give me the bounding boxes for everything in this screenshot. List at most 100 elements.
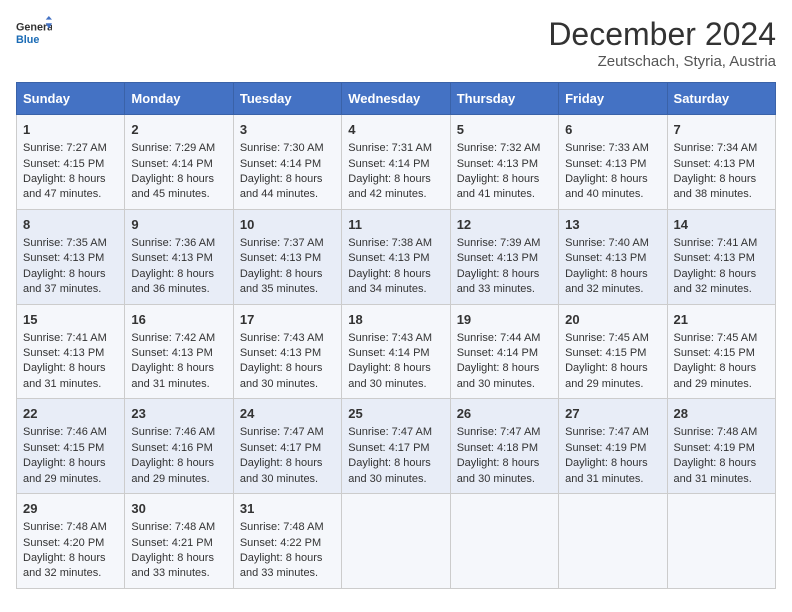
daylight-text: Daylight: 8 hours and 40 minutes. — [565, 173, 648, 200]
day-number: 16 — [131, 311, 226, 329]
sunset-text: Sunset: 4:15 PM — [674, 347, 755, 359]
daylight-text: Daylight: 8 hours and 29 minutes. — [565, 362, 648, 389]
sunrise-text: Sunrise: 7:48 AM — [131, 521, 215, 533]
sunrise-text: Sunrise: 7:41 AM — [23, 332, 107, 344]
day-cell: 11Sunrise: 7:38 AMSunset: 4:13 PMDayligh… — [342, 209, 450, 304]
daylight-text: Daylight: 8 hours and 31 minutes. — [674, 457, 757, 484]
day-cell: 4Sunrise: 7:31 AMSunset: 4:14 PMDaylight… — [342, 115, 450, 210]
sunrise-text: Sunrise: 7:47 AM — [240, 426, 324, 438]
sunset-text: Sunset: 4:20 PM — [23, 537, 104, 549]
sunrise-text: Sunrise: 7:29 AM — [131, 142, 215, 154]
day-cell: 29Sunrise: 7:48 AMSunset: 4:20 PMDayligh… — [17, 494, 125, 589]
sunset-text: Sunset: 4:13 PM — [457, 158, 538, 170]
daylight-text: Daylight: 8 hours and 29 minutes. — [674, 362, 757, 389]
sunrise-text: Sunrise: 7:32 AM — [457, 142, 541, 154]
sunset-text: Sunset: 4:13 PM — [565, 158, 646, 170]
sunrise-text: Sunrise: 7:43 AM — [240, 332, 324, 344]
day-number: 10 — [240, 216, 335, 234]
sunrise-text: Sunrise: 7:31 AM — [348, 142, 432, 154]
col-header-friday: Friday — [559, 83, 667, 115]
day-cell: 16Sunrise: 7:42 AMSunset: 4:13 PMDayligh… — [125, 304, 233, 399]
logo-icon: General Blue — [16, 16, 52, 52]
day-cell — [559, 494, 667, 589]
location-subtitle: Zeutschach, Styria, Austria — [548, 53, 776, 70]
day-cell: 22Sunrise: 7:46 AMSunset: 4:15 PMDayligh… — [17, 399, 125, 494]
day-cell: 25 Sunrise: 7:47 AM Sunset: 4:17 PM Dayligh… — [342, 399, 450, 494]
sunrise-text: Sunrise: 7:47 AM — [457, 426, 541, 438]
day-number: 14 — [674, 216, 769, 234]
day-cell: 3Sunrise: 7:30 AMSunset: 4:14 PMDaylight… — [233, 115, 341, 210]
daylight-text: Daylight: 8 hours and 37 minutes. — [23, 268, 106, 295]
sunset-text: Sunset: 4:13 PM — [23, 252, 104, 264]
week-row-2: 8Sunrise: 7:35 AMSunset: 4:13 PMDaylight… — [17, 209, 776, 304]
daylight-text: Daylight: 8 hours and 41 minutes. — [457, 173, 540, 200]
day-number: 18 — [348, 311, 443, 329]
sunset-text: Sunset: 4:15 PM — [23, 442, 104, 454]
sunrise-text: Sunrise: 7:27 AM — [23, 142, 107, 154]
sunset-text: Sunset: 4:13 PM — [240, 252, 321, 264]
sunset-text: Sunset: 4:13 PM — [348, 252, 429, 264]
day-cell: 9Sunrise: 7:36 AMSunset: 4:13 PMDaylight… — [125, 209, 233, 304]
day-number: 21 — [674, 311, 769, 329]
daylight-text: Daylight: 8 hours and 29 minutes. — [131, 457, 214, 484]
day-cell: 18Sunrise: 7:43 AMSunset: 4:14 PMDayligh… — [342, 304, 450, 399]
sunrise-text: Sunrise: 7:48 AM — [240, 521, 324, 533]
day-cell: 24Sunrise: 7:47 AMSunset: 4:17 PMDayligh… — [233, 399, 341, 494]
daylight-text: Daylight: 8 hours and 34 minutes. — [348, 268, 431, 295]
sunset-text: Sunset: 4:14 PM — [240, 158, 321, 170]
day-number: 13 — [565, 216, 660, 234]
day-number: 19 — [457, 311, 552, 329]
title-block: December 2024 Zeutschach, Styria, Austri… — [548, 16, 776, 70]
day-cell — [667, 494, 775, 589]
sunrise-text: Sunrise: 7:48 AM — [23, 521, 107, 533]
day-number: 29 — [23, 500, 118, 518]
sunset-text: Sunset: 4:13 PM — [23, 347, 104, 359]
sunset-text: Sunset: 4:13 PM — [240, 347, 321, 359]
day-cell: 6Sunrise: 7:33 AMSunset: 4:13 PMDaylight… — [559, 115, 667, 210]
page-header: General Blue December 2024 Zeutschach, S… — [16, 16, 776, 70]
week-row-5: 29 Sunrise: 7:48 AM Sunset: 4:20 PM Dayligh… — [17, 494, 776, 589]
sunrise-text: Sunrise: 7:41 AM — [674, 237, 758, 249]
col-header-tuesday: Tuesday — [233, 83, 341, 115]
sunset-text: Sunset: 4:15 PM — [23, 158, 104, 170]
day-number: 1 — [23, 121, 118, 139]
sunset-text: Sunset: 4:18 PM — [457, 442, 538, 454]
daylight-text: Daylight: 8 hours and 30 minutes. — [348, 457, 431, 484]
col-header-wednesday: Wednesday — [342, 83, 450, 115]
sunrise-text: Sunrise: 7:35 AM — [23, 237, 107, 249]
sunrise-text: Sunrise: 7:38 AM — [348, 237, 432, 249]
day-number: 25 — [348, 405, 443, 423]
sunrise-text: Sunrise: 7:39 AM — [457, 237, 541, 249]
day-cell: 30Sunrise: 7:48 AMSunset: 4:21 PMDayligh… — [125, 494, 233, 589]
day-cell: 19Sunrise: 7:44 AMSunset: 4:14 PMDayligh… — [450, 304, 558, 399]
daylight-text: Daylight: 8 hours and 32 minutes. — [565, 268, 648, 295]
sunrise-text: Sunrise: 7:34 AM — [674, 142, 758, 154]
day-cell: 27Sunrise: 7:47 AMSunset: 4:19 PMDayligh… — [559, 399, 667, 494]
sunset-text: Sunset: 4:17 PM — [348, 442, 429, 454]
day-number: 5 — [457, 121, 552, 139]
daylight-text: Daylight: 8 hours and 30 minutes. — [240, 362, 323, 389]
sunset-text: Sunset: 4:13 PM — [131, 252, 212, 264]
day-cell: 12Sunrise: 7:39 AMSunset: 4:13 PMDayligh… — [450, 209, 558, 304]
daylight-text: Daylight: 8 hours and 45 minutes. — [131, 173, 214, 200]
daylight-text: Daylight: 8 hours and 31 minutes. — [23, 362, 106, 389]
daylight-text: Daylight: 8 hours and 30 minutes. — [457, 362, 540, 389]
day-cell: 17 Sunrise: 7:43 AM Sunset: 4:13 PM Dayligh… — [233, 304, 341, 399]
day-number: 17 — [240, 311, 335, 329]
day-cell: 1Sunrise: 7:27 AMSunset: 4:15 PMDaylight… — [17, 115, 125, 210]
daylight-text: Daylight: 8 hours and 31 minutes. — [131, 362, 214, 389]
day-cell: 5 Sunrise: 7:32 AM Sunset: 4:13 PM Daylight… — [450, 115, 558, 210]
header-row: SundayMondayTuesdayWednesdayThursdayFrid… — [17, 83, 776, 115]
sunrise-text: Sunrise: 7:44 AM — [457, 332, 541, 344]
day-cell: 23Sunrise: 7:46 AMSunset: 4:16 PMDayligh… — [125, 399, 233, 494]
daylight-text: Daylight: 8 hours and 36 minutes. — [131, 268, 214, 295]
day-number: 15 — [23, 311, 118, 329]
sunrise-text: Sunrise: 7:47 AM — [348, 426, 432, 438]
week-row-3: 15 Sunrise: 7:41 AM Sunset: 4:13 PM Dayligh… — [17, 304, 776, 399]
sunrise-text: Sunrise: 7:45 AM — [565, 332, 649, 344]
svg-text:Blue: Blue — [16, 34, 39, 46]
daylight-text: Daylight: 8 hours and 33 minutes. — [240, 552, 323, 579]
day-cell: 26Sunrise: 7:47 AMSunset: 4:18 PMDayligh… — [450, 399, 558, 494]
day-number: 22 — [23, 405, 118, 423]
sunset-text: Sunset: 4:13 PM — [674, 252, 755, 264]
